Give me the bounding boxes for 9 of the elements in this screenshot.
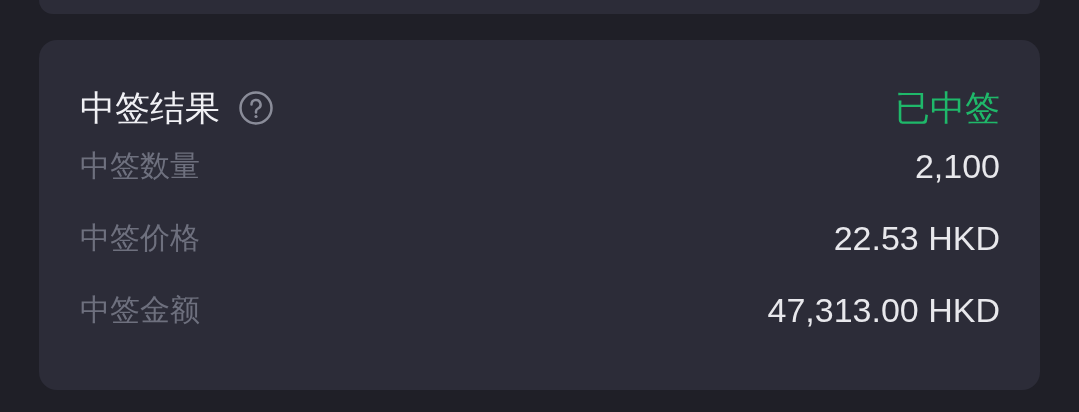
row-label: 中签金额	[80, 290, 200, 329]
row-label: 中签数量	[80, 146, 200, 185]
card-title: 中签结果	[80, 86, 220, 130]
row-label: 中签价格	[80, 218, 200, 257]
result-status: 已中签	[895, 86, 1000, 130]
row-value: 2,100	[914, 146, 1000, 186]
row-value: 22.53 HKD	[833, 218, 1000, 258]
help-icon[interactable]	[238, 90, 274, 126]
row-value: 47,313.00 HKD	[767, 290, 1000, 330]
